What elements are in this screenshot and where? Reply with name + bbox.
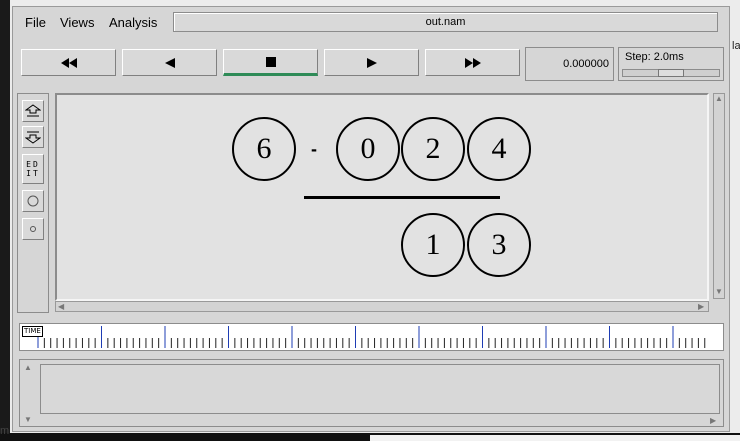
link-dash: - bbox=[311, 139, 317, 159]
zoom-out-icon bbox=[25, 131, 41, 144]
step-slider-thumb[interactable] bbox=[658, 69, 684, 77]
time-slider[interactable]: TIME bbox=[19, 323, 724, 351]
menu-analysis-label: Analysis bbox=[109, 15, 158, 30]
node-6-label: 6 bbox=[256, 132, 272, 165]
node-0[interactable]: 0 bbox=[336, 117, 400, 181]
menu-analysis[interactable]: Analysis bbox=[109, 15, 157, 30]
trace-filename-field: out.nam bbox=[173, 12, 718, 32]
small-circle-icon bbox=[30, 226, 36, 232]
node-3-label: 3 bbox=[491, 228, 507, 261]
taskbar-strip bbox=[0, 433, 740, 441]
node-2-label: 2 bbox=[425, 132, 441, 165]
node-0-label: 0 bbox=[360, 132, 376, 165]
zoom-out-button[interactable] bbox=[22, 126, 44, 148]
play-backward-icon bbox=[164, 57, 175, 68]
annotation-scroll-right-icon[interactable]: ▶ bbox=[710, 417, 716, 425]
scroll-down-icon[interactable]: ▼ bbox=[715, 288, 723, 296]
canvas-vertical-scrollbar[interactable]: ▲ ▼ bbox=[713, 93, 725, 299]
circle-icon bbox=[27, 195, 39, 207]
fast-forward-icon bbox=[464, 57, 481, 68]
annotation-list[interactable] bbox=[40, 364, 720, 414]
play-backward-button[interactable] bbox=[122, 49, 217, 76]
background-edge-text: la bbox=[732, 40, 740, 52]
play-forward-icon bbox=[366, 57, 377, 68]
node-3[interactable]: 3 bbox=[467, 213, 531, 277]
scroll-up-icon[interactable]: ▲ bbox=[715, 95, 723, 103]
play-forward-button[interactable] bbox=[324, 49, 419, 76]
step-label: Step: 2.0ms bbox=[625, 51, 684, 63]
menu-file[interactable]: File bbox=[25, 15, 46, 30]
node-tool-large-button[interactable] bbox=[22, 190, 44, 212]
tool-palette: ED IT bbox=[17, 93, 49, 313]
fast-rewind-button[interactable] bbox=[21, 49, 116, 76]
zoom-in-button[interactable] bbox=[22, 100, 44, 122]
network-link bbox=[304, 196, 500, 199]
node-6[interactable]: 6 bbox=[232, 117, 296, 181]
stop-icon bbox=[265, 56, 276, 67]
current-time-display: 0.000000 bbox=[525, 47, 614, 81]
node-4-label: 4 bbox=[491, 132, 507, 165]
menubar: File Views Analysis out.nam bbox=[13, 7, 729, 37]
menu-file-label: File bbox=[25, 15, 46, 30]
annotation-panel: ▲ ▼ ▶ bbox=[19, 359, 724, 427]
menu-views[interactable]: Views bbox=[60, 15, 94, 30]
background-corner-text: m bbox=[0, 425, 10, 437]
edit-button-label: ED IT bbox=[26, 160, 40, 178]
scroll-left-icon[interactable]: ◀ bbox=[58, 303, 64, 311]
stop-button[interactable] bbox=[223, 49, 318, 76]
canvas-horizontal-scrollbar[interactable]: ◀ ▶ bbox=[55, 301, 709, 312]
annotation-scroll-up-icon[interactable]: ▲ bbox=[24, 364, 32, 372]
edit-label-line1: ED bbox=[26, 160, 40, 169]
fast-forward-button[interactable] bbox=[425, 49, 520, 76]
edit-label-line2: IT bbox=[26, 169, 40, 178]
fast-rewind-icon bbox=[60, 57, 77, 68]
playback-toolbar: 0.000000 Step: 2.0ms bbox=[13, 43, 729, 83]
node-4[interactable]: 4 bbox=[467, 117, 531, 181]
nam-window: File Views Analysis out.nam 0.000000 Ste… bbox=[12, 6, 730, 432]
node-tool-small-button[interactable] bbox=[22, 218, 44, 240]
taskbar-light-region bbox=[370, 435, 740, 441]
scroll-right-icon[interactable]: ▶ bbox=[698, 303, 704, 311]
step-control: Step: 2.0ms bbox=[618, 47, 724, 81]
node-2[interactable]: 2 bbox=[401, 117, 465, 181]
step-slider[interactable] bbox=[622, 69, 720, 77]
menu-views-label: Views bbox=[60, 15, 95, 30]
time-ticks bbox=[37, 326, 706, 348]
time-label: TIME bbox=[22, 326, 43, 337]
node-1-label: 1 bbox=[425, 228, 441, 261]
edit-button[interactable]: ED IT bbox=[22, 154, 44, 184]
zoom-in-icon bbox=[25, 104, 41, 117]
node-1[interactable]: 1 bbox=[401, 213, 465, 277]
annotation-scroll-down-icon[interactable]: ▼ bbox=[24, 416, 32, 424]
network-canvas[interactable]: 6 - 0 2 4 1 3 bbox=[55, 93, 709, 301]
